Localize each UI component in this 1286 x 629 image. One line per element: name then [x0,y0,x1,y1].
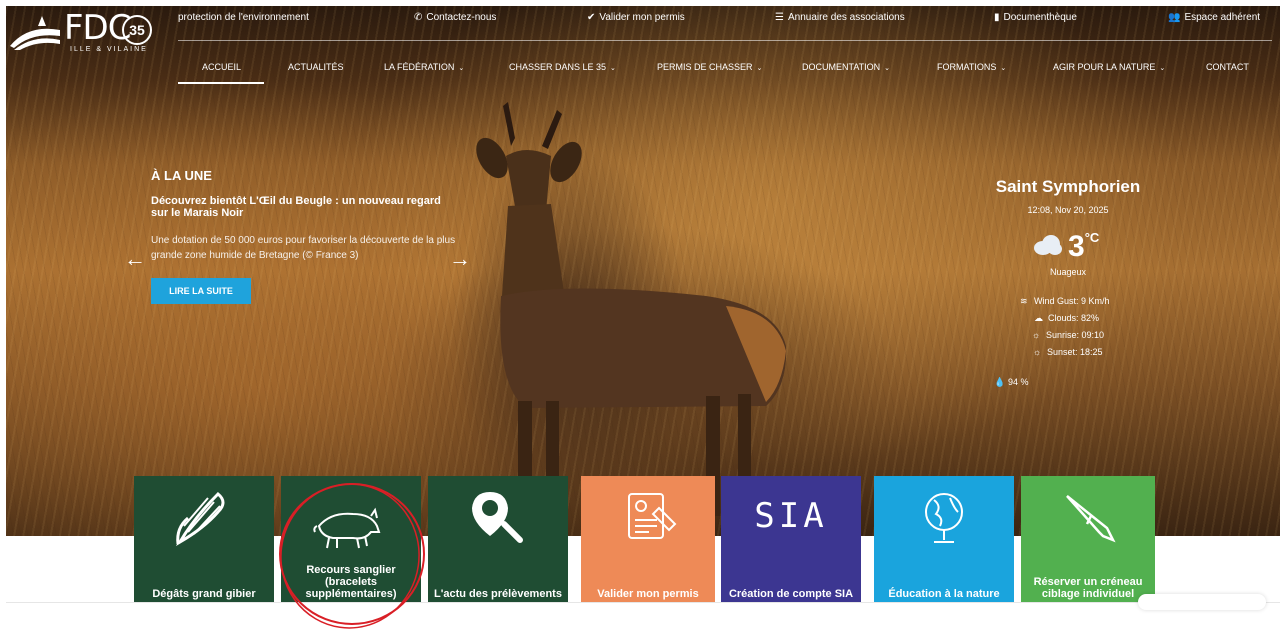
weather-unit: °C [1084,230,1100,245]
page-bottom-area [6,603,1280,629]
nav-item-contact[interactable]: CONTACT [1206,62,1249,72]
check-circle-icon: ✔ [587,12,596,23]
corn-icon [175,491,225,547]
weather-city: Saint Symphorien [995,177,1141,196]
nav-item-chasser[interactable]: CHASSER DANS LE 35 ⌄ [509,62,616,72]
tile-label: L'actu des prélèvements [434,588,562,600]
chevron-down-icon: ⌄ [756,65,763,72]
chevron-down-icon: ⌄ [1000,65,1007,72]
topbar-link-documentheque[interactable]: ▮ Documenthèque [994,12,1077,23]
list-icon: ☰ [775,12,784,23]
topbar-link-environnement[interactable]: protection de l'environnement [178,12,309,23]
weather-clouds: ☁ Clouds: 82% [1034,313,1100,323]
location-search-icon [472,492,523,543]
slider-kicker: À LA UNE [151,168,212,183]
slider-prev-arrow-icon[interactable]: ← [124,246,146,272]
users-icon: 👥 [1168,12,1181,23]
logo-number: 35 [122,15,152,45]
tile-label: Valider mon permis [597,588,699,600]
tile-valider-permis[interactable]: Valider mon permis [581,476,715,602]
nav-item-actualites[interactable]: ACTUALITÉS [288,62,344,72]
rifle-icon [1066,495,1116,543]
cloud-icon [1034,235,1062,255]
topbar-link-valider-permis[interactable]: ✔ Valider mon permis [587,12,685,23]
read-more-button[interactable]: LIRE LA SUITE [151,278,251,304]
phone-icon: ✆ [414,12,423,23]
topbar-link-espace-adherent[interactable]: 👥 Espace adhérent [1168,12,1260,23]
tile-degats-grand-gibier[interactable]: Dégâts grand gibier [134,476,274,602]
main-nav: ACCUEIL ACTUALITÉS LA FÉDÉRATION ⌄ CHASSE… [178,62,1272,84]
weather-sunrise: ☼ Sunrise: 09:10 [1032,330,1105,340]
sunrise-icon: ☼ [1032,330,1041,340]
chevron-down-icon: ⌄ [610,65,616,72]
weather-temperature: 3°C [1068,230,1100,263]
hand-drawn-highlight-circle [279,483,425,629]
tile-label: Création de compte SIA [728,588,854,600]
document-icon: ▮ [994,12,1000,23]
logo-text: FDC [64,8,131,48]
tile-education-nature[interactable]: Éducation à la nature [874,476,1014,602]
nav-item-agir[interactable]: AGIR POUR LA NATURE ⌄ [1053,62,1165,72]
topbar-link-annuaire[interactable]: ☰ Annuaire des associations [775,12,905,23]
slider-description: Une dotation de 50 000 euros pour favori… [151,235,456,261]
weather-sunset: ☼ Sunset: 18:25 [1033,347,1103,357]
tile-actu-prelevements[interactable]: L'actu des prélèvements [428,476,568,602]
weather-wind: ≋ Wind Gust: 9 Km/h [1020,296,1110,306]
tile-label: Dégâts grand gibier [152,588,256,600]
weather-datetime: 12:08, Nov 20, 2025 [1027,205,1109,215]
weather-humidity: 💧 94 % [994,377,1029,387]
chat-widget[interactable] [1138,594,1266,610]
sunset-icon: ☼ [1033,347,1042,357]
cloud-small-icon: ☁ [1034,313,1043,323]
tile-creation-sia[interactable]: SIA Création de compte SIA [721,476,861,602]
logo-mark-icon [10,16,60,50]
chevron-down-icon: ⌄ [458,65,465,72]
header-divider [178,40,1272,41]
tile-label: Éducation à la nature [888,588,1000,600]
site-logo[interactable]: FDC 35 ILLE & VILAINE [8,6,158,56]
nav-item-documentation[interactable]: DOCUMENTATION ⌄ [802,62,890,72]
wind-icon: ≋ [1020,296,1028,306]
slider-title[interactable]: Découvrez bientôt L'Œil du Beugle : un n… [151,195,441,219]
topbar-link-contact[interactable]: ✆ Contactez-nous [414,12,496,23]
tile-label: Réserver un créneau ciblage individuel [1033,576,1143,600]
chevron-down-icon: ⌄ [884,65,891,72]
nav-item-accueil[interactable]: ACCUEIL [202,62,241,72]
droplet-icon: 💧 [994,377,1006,387]
chevron-down-icon: ⌄ [1159,65,1166,72]
top-utility-bar: protection de l'environnement ✆ Contactez… [178,12,1270,28]
weather-condition: Nuageux [1049,267,1087,277]
sia-icon: SIA [754,496,828,536]
nav-item-formations[interactable]: FORMATIONS ⌄ [937,62,1006,72]
nav-item-permis[interactable]: PERMIS DE CHASSER ⌄ [657,62,762,72]
tile-reserver-ciblage[interactable]: Réserver un créneau ciblage individuel [1021,476,1155,602]
logo-subtitle: ILLE & VILAINE [70,46,148,53]
nav-item-federation[interactable]: LA FÉDÉRATION ⌄ [384,62,464,72]
globe-icon [925,493,963,543]
nav-active-indicator [178,82,264,84]
permit-icon [628,493,677,539]
